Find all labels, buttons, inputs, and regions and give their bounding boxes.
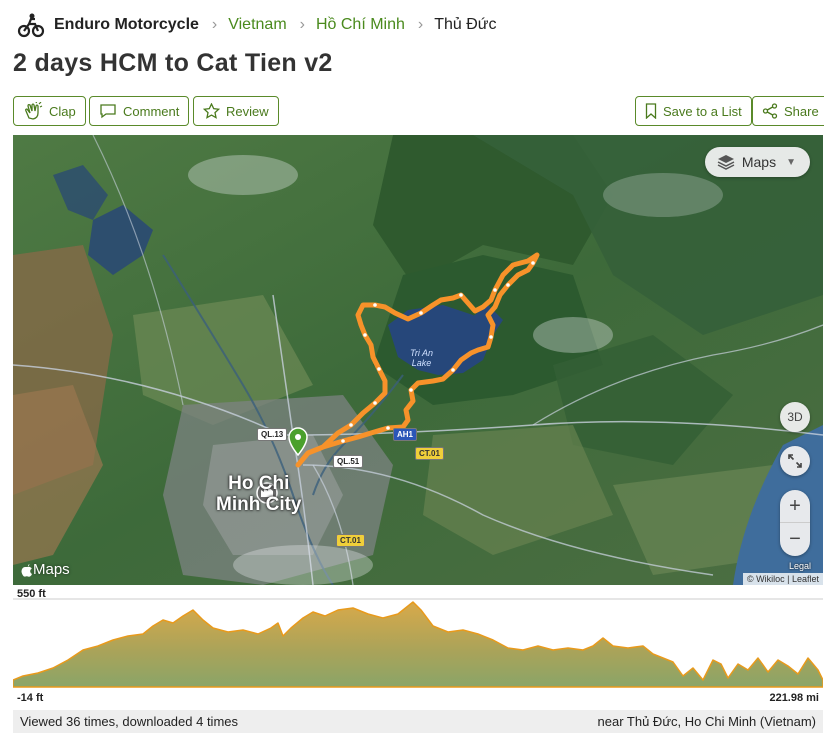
- review-label: Review: [226, 103, 269, 119]
- city-label-line1: Ho Chi: [228, 473, 290, 494]
- city-label: Ho Chi Minh City: [216, 473, 302, 515]
- toggle-3d-button[interactable]: 3D: [780, 402, 810, 432]
- elevation-min-label: -14 ft: [17, 692, 44, 704]
- view-download-stats: Viewed 36 times, downloaded 4 times: [20, 714, 238, 729]
- chevron-right-icon: ›: [211, 16, 218, 33]
- zoom-control: + −: [780, 490, 810, 556]
- page-title: 2 days HCM to Cat Tien v2: [13, 49, 333, 77]
- elevation-profile[interactable]: 550 ft -14 ft 221.98 mi: [12, 588, 824, 708]
- apple-icon: [21, 563, 32, 577]
- save-to-list-button[interactable]: Save to a List: [635, 96, 752, 126]
- share-icon: [762, 103, 778, 119]
- comment-label: Comment: [123, 103, 180, 119]
- trail-location: near Thủ Đức, Ho Chi Minh (Vietnam): [597, 714, 816, 729]
- lake-label: Tri An Lake: [410, 348, 433, 368]
- chevron-right-icon: ›: [299, 16, 305, 33]
- save-to-list-label: Save to a List: [663, 103, 742, 119]
- enduro-motorcycle-icon[interactable]: [14, 8, 48, 42]
- breadcrumb: Enduro Motorcycle › Vietnam › Hồ Chí Min…: [14, 8, 497, 42]
- breadcrumb-region[interactable]: Hồ Chí Minh: [316, 16, 405, 34]
- breadcrumb-country[interactable]: Vietnam: [228, 16, 286, 34]
- distance-label: 221.98 mi: [769, 692, 819, 704]
- elevation-max-label: 550 ft: [17, 588, 46, 600]
- share-button[interactable]: Share: [752, 96, 824, 126]
- share-label: Share: [784, 103, 819, 119]
- clap-button[interactable]: Clap: [13, 96, 86, 126]
- legal-link[interactable]: Legal: [789, 561, 811, 571]
- chevron-right-icon: ›: [417, 16, 424, 33]
- star-icon: [203, 103, 220, 119]
- clap-icon: [25, 102, 43, 120]
- chevron-down-icon: ▼: [786, 156, 796, 168]
- lake-label-line2: Lake: [411, 358, 432, 368]
- comment-icon: [100, 104, 116, 119]
- map-type-selector[interactable]: Maps ▼: [704, 147, 810, 177]
- zoom-out-button[interactable]: −: [780, 523, 810, 556]
- bookmark-icon: [645, 103, 657, 119]
- road-badge: CT.01: [336, 534, 365, 547]
- clap-label: Clap: [49, 103, 76, 119]
- map-type-label: Maps: [741, 154, 777, 170]
- road-badge: AH1: [393, 428, 418, 441]
- road-badge: QL.51: [333, 455, 364, 468]
- breadcrumb-current: Thủ Đức: [434, 16, 497, 33]
- layers-icon: [717, 155, 735, 170]
- trail-stats-bar: Viewed 36 times, downloaded 4 times near…: [13, 710, 823, 733]
- expand-icon: [788, 454, 802, 468]
- lake-label-line1: Tri An: [410, 348, 434, 358]
- map-attribution[interactable]: © Wikiloc | Leaflet: [743, 573, 823, 585]
- breadcrumb-activity[interactable]: Enduro Motorcycle: [54, 16, 199, 34]
- apple-maps-label: Maps: [33, 561, 70, 578]
- road-badge: QL.13: [257, 428, 288, 441]
- comment-button[interactable]: Comment: [89, 96, 190, 126]
- review-button[interactable]: Review: [193, 96, 279, 126]
- elevation-chart[interactable]: [12, 588, 824, 708]
- road-badge: CT.01: [415, 447, 444, 460]
- toggle-3d-label: 3D: [787, 410, 803, 424]
- fullscreen-button[interactable]: [780, 446, 810, 476]
- zoom-in-button[interactable]: +: [780, 490, 810, 523]
- apple-maps-logo: Maps: [21, 561, 70, 578]
- city-label-line2: Minh City: [216, 494, 302, 515]
- route-map[interactable]: Tri An Lake Ho Chi Minh City QL.13 QL.51…: [13, 135, 823, 585]
